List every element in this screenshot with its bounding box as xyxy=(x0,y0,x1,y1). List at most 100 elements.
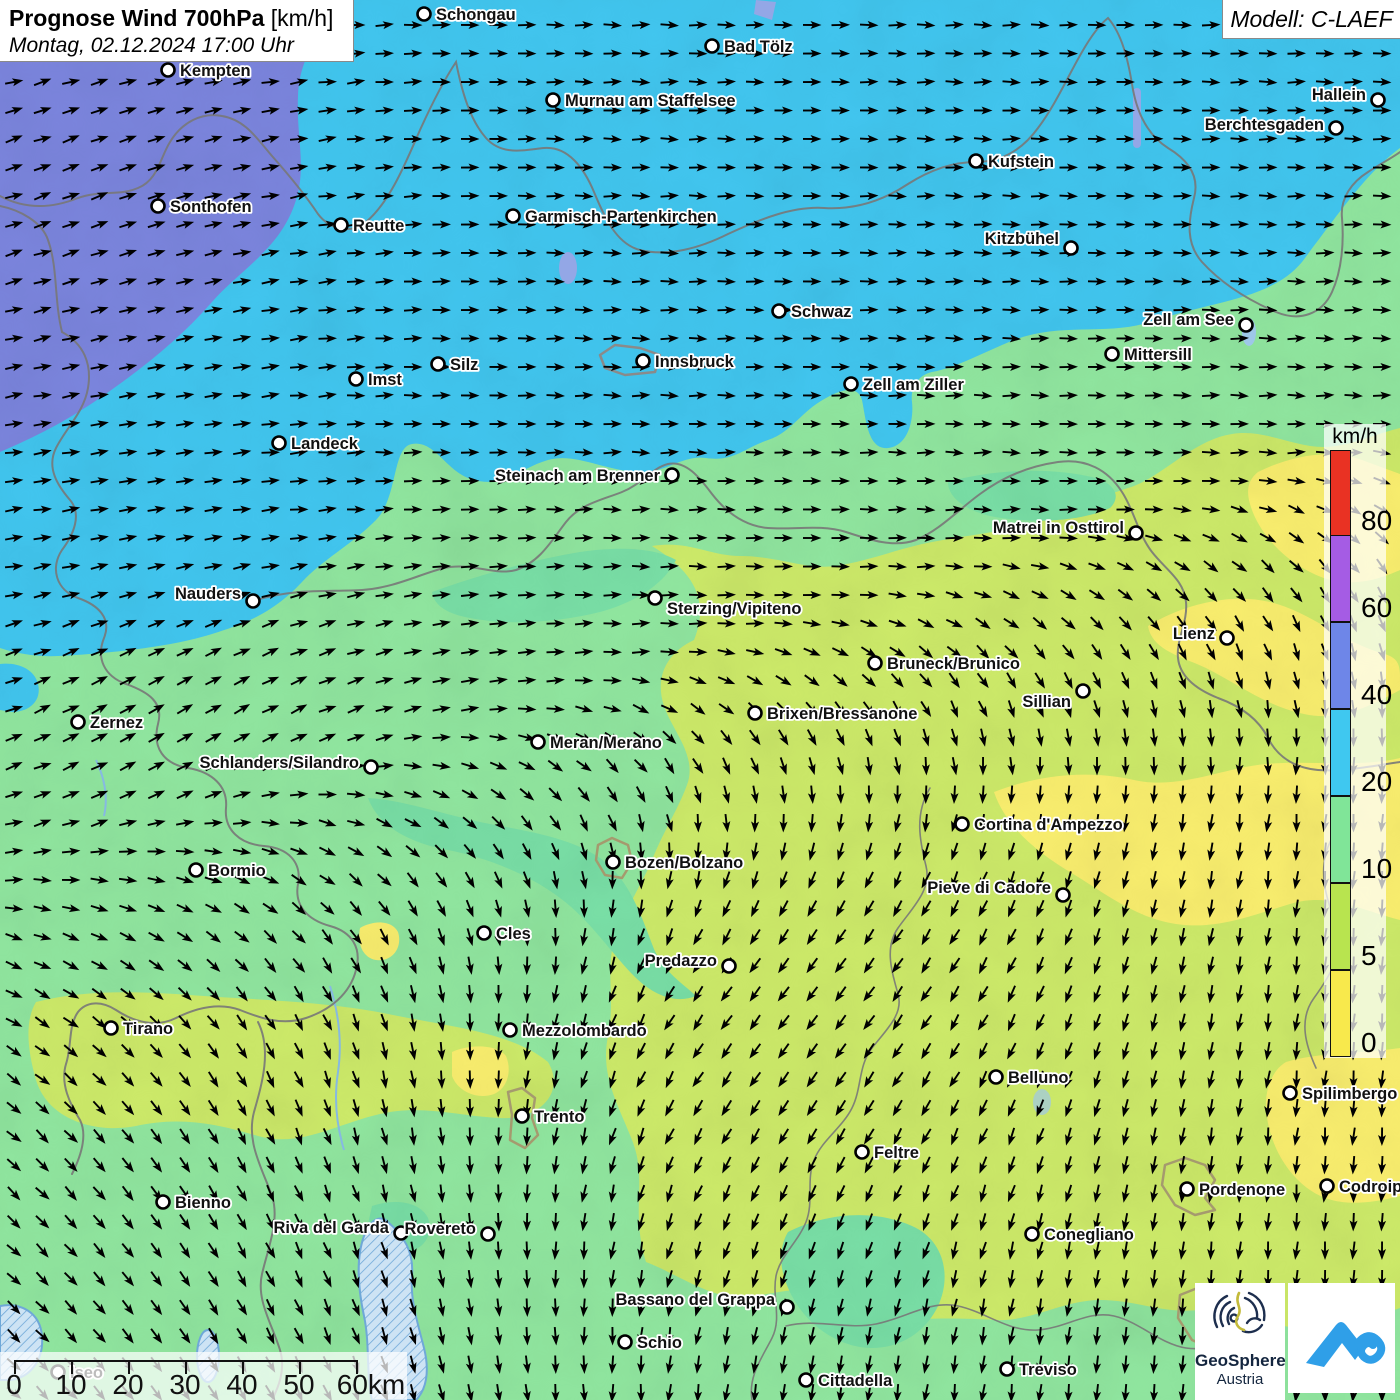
map-title: Prognose Wind 700hPa [km/h] xyxy=(9,5,344,32)
city-marker-icon xyxy=(869,657,882,670)
partner-logo xyxy=(1288,1283,1395,1393)
scalebar-label: 20 xyxy=(112,1369,143,1400)
city: Brixen/Bressanone xyxy=(749,705,918,723)
model-label: Modell: C-LAEF xyxy=(1230,6,1392,33)
city-marker-icon xyxy=(637,355,650,368)
city-label: Cles xyxy=(496,925,531,943)
city-label: Innsbruck xyxy=(655,353,735,371)
scalebar-label: 10 xyxy=(55,1369,86,1400)
city-marker-icon xyxy=(1130,527,1143,540)
geosphere-logo: GeoSphere Austria xyxy=(1195,1283,1285,1400)
city-marker-icon xyxy=(607,856,620,869)
city-label: Trento xyxy=(534,1108,584,1126)
city-marker-icon xyxy=(773,305,786,318)
city: Mezzolombardo xyxy=(504,1022,647,1040)
city-label: Bassano del Grappa xyxy=(615,1291,775,1309)
city-marker-icon xyxy=(247,595,260,608)
city: Zell am Ziller xyxy=(845,376,965,394)
city-label: Mezzolombardo xyxy=(522,1022,647,1040)
city: Bozen/Bolzano xyxy=(607,854,744,872)
legend-color-swatch xyxy=(1330,622,1351,709)
city-label: Schongau xyxy=(436,6,516,24)
city: Berchtesgaden xyxy=(1205,116,1343,135)
city-label: Cittadella xyxy=(818,1372,893,1390)
city-label: Zell am See xyxy=(1143,311,1234,329)
scalebar-label: 30 xyxy=(169,1369,200,1400)
city-label: Conegliano xyxy=(1044,1226,1134,1244)
city-label: Mittersill xyxy=(1124,346,1192,364)
city-marker-icon xyxy=(1240,319,1253,332)
city-marker-icon xyxy=(157,1196,170,1209)
geosphere-name: GeoSphere xyxy=(1195,1351,1285,1371)
city-marker-icon xyxy=(1321,1180,1334,1193)
distance-scalebar: 0102030405060km xyxy=(0,1352,407,1400)
legend-tick-label: 20 xyxy=(1361,768,1392,796)
legend-tick-label: 10 xyxy=(1361,855,1392,883)
city-label: Pordenone xyxy=(1199,1181,1285,1199)
city-marker-icon xyxy=(478,927,491,940)
legend-tick-label: 0 xyxy=(1361,1029,1377,1057)
city-label: Bormio xyxy=(208,862,266,880)
city-label: Sterzing/Vipiteno xyxy=(667,600,801,618)
city-marker-icon xyxy=(335,219,348,232)
city: Murnau am Staffelsee xyxy=(547,92,736,110)
city-marker-icon xyxy=(152,200,165,213)
city-marker-icon xyxy=(432,358,445,371)
city-label: Sonthofen xyxy=(170,198,252,216)
city-label: Spilimbergo xyxy=(1302,1085,1397,1103)
city-marker-icon xyxy=(990,1071,1003,1084)
city-marker-icon xyxy=(1284,1087,1297,1100)
city-marker-icon xyxy=(723,960,736,973)
city-marker-icon xyxy=(845,378,858,391)
city-label: Belluno xyxy=(1008,1069,1069,1087)
city: Imst xyxy=(350,371,403,389)
city-label: Lienz xyxy=(1173,625,1215,643)
city-marker-icon xyxy=(1057,889,1070,902)
city-label: Reutte xyxy=(353,217,404,235)
city-marker-icon xyxy=(105,1022,118,1035)
geosphere-country: Austria xyxy=(1195,1371,1285,1388)
city: Garmisch-Partenkirchen xyxy=(507,208,717,226)
city-label: Codroipo xyxy=(1339,1178,1400,1196)
city-marker-icon xyxy=(1001,1363,1014,1376)
geosphere-contour-icon xyxy=(1207,1289,1273,1345)
city-marker-icon xyxy=(547,94,560,107)
city-label: Brixen/Bressanone xyxy=(767,705,917,723)
city-label: Schlanders/Silandro xyxy=(199,754,359,772)
wind-map: SchongauBad TölzKemptenMurnau am Staffel… xyxy=(0,0,1400,1400)
city-marker-icon xyxy=(706,40,719,53)
city: Matrei in Osttirol xyxy=(993,519,1143,540)
city-marker-icon xyxy=(1330,122,1343,135)
city-label: Matrei in Osttirol xyxy=(993,519,1124,537)
city-marker-icon xyxy=(532,736,545,749)
city: Steinach am Brenner xyxy=(495,467,679,485)
model-box: Modell: C-LAEF xyxy=(1222,0,1400,39)
city-label: Bruneck/Brunico xyxy=(887,655,1020,673)
city-label: Murnau am Staffelsee xyxy=(565,92,736,110)
city-marker-icon xyxy=(350,373,363,386)
city-marker-icon xyxy=(970,155,983,168)
city-marker-icon xyxy=(482,1228,495,1241)
city-marker-icon xyxy=(1221,632,1234,645)
city-marker-icon xyxy=(1106,348,1119,361)
city-marker-icon xyxy=(162,64,175,77)
title-box: Prognose Wind 700hPa [km/h] Montag, 02.1… xyxy=(0,0,354,62)
city-marker-icon xyxy=(666,469,679,482)
legend-unit-label: km/h xyxy=(1324,425,1386,449)
city-label: Steinach am Brenner xyxy=(495,467,661,485)
legend-tick-label: 40 xyxy=(1361,681,1392,709)
city-label: Schio xyxy=(637,1334,682,1352)
city: Silz xyxy=(432,356,479,374)
scalebar-label: 60km xyxy=(337,1369,405,1400)
city: Riva del Garda xyxy=(273,1219,407,1240)
city-label: Zell am Ziller xyxy=(863,376,964,394)
city: Cortina d'Ampezzo xyxy=(956,816,1123,834)
wind-forecast-map-page: SchongauBad TölzKemptenMurnau am Staffel… xyxy=(0,0,1400,1400)
legend-tick-label: 60 xyxy=(1361,594,1392,622)
city-marker-icon xyxy=(1065,242,1078,255)
city-marker-icon xyxy=(800,1374,813,1387)
city-label: Berchtesgaden xyxy=(1205,116,1324,134)
city-marker-icon xyxy=(418,8,431,21)
city-marker-icon xyxy=(72,716,85,729)
city-label: Landeck xyxy=(291,435,359,453)
